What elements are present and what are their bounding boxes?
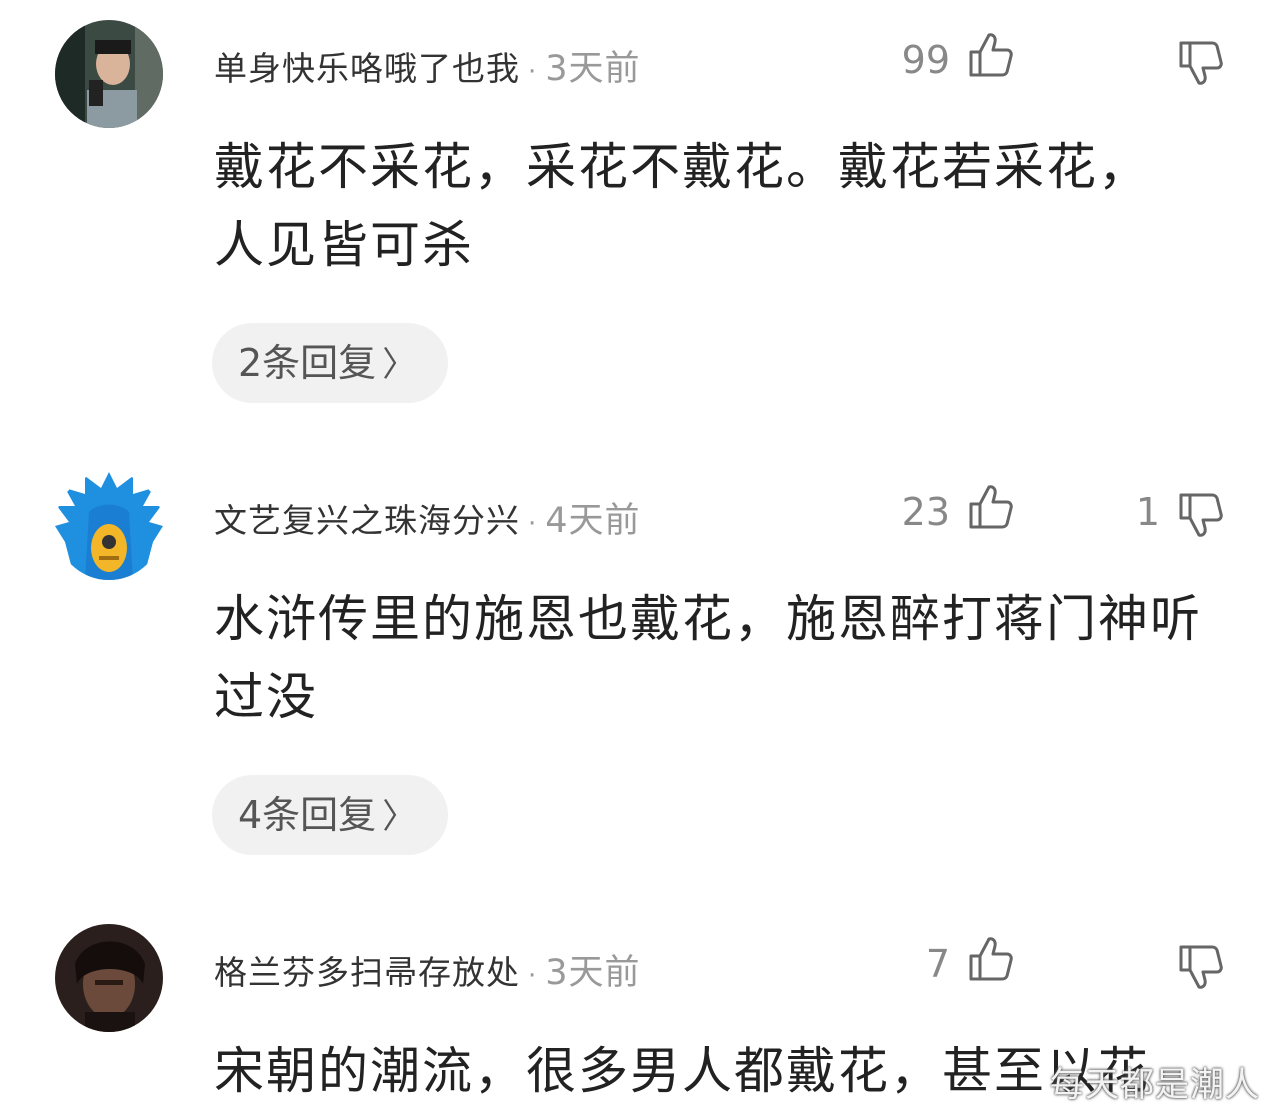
view-replies-button[interactable]: 2条回复〉 [212,323,449,403]
comment-username[interactable]: 格兰芬多扫帚存放处 · 3天前 [214,944,641,995]
username-text[interactable]: 单身快乐咯哦了也我 [214,49,520,88]
chevron-right-icon: 〉 [382,797,417,837]
separator-dot: · [528,509,538,539]
avatar-anime-blue-hair [55,472,163,580]
comment-text: 戴花不采花，采花不戴花。戴花若采花，人见皆可杀 [214,138,1150,274]
thumbs-down-icon[interactable] [1175,38,1225,88]
separator-dot: · [528,961,538,991]
watermark: 每天都是潮人 [1050,1065,1260,1105]
replies-label: 2条回复 [238,341,377,385]
username-text[interactable]: 格兰芬多扫帚存放处 [214,953,520,992]
comment-item: 文艺复兴之珠海分兴 · 4天前 23 1 水浒传里的施恩也戴花，施恩醉打蒋门神听过没… [0,452,1278,892]
user-avatar[interactable] [55,472,163,580]
dislike-count: 1 [1135,490,1160,534]
comment-item: 单身快乐咯哦了也我 · 3天前 99 戴花不采花，采花不戴花。戴花若采花，人见皆可杀… [0,0,1278,440]
user-avatar[interactable] [55,20,163,128]
replies-label: 4条回复 [238,793,377,837]
thumbs-up-icon[interactable] [965,934,1015,984]
thumbs-up-icon[interactable] [965,30,1015,80]
like-count: 23 [901,490,950,534]
thumbs-down-icon[interactable] [1175,942,1225,992]
view-replies-button[interactable]: 4条回复〉 [212,775,449,855]
comment-time: 3天前 [545,49,641,89]
thumbs-up-icon[interactable] [965,482,1015,532]
thumbs-down-icon[interactable] [1175,490,1225,540]
user-avatar[interactable] [55,924,163,1032]
comment-time: 4天前 [545,501,641,541]
comment-username[interactable]: 单身快乐咯哦了也我 · 3天前 [214,40,641,91]
avatar-dark-portrait [55,924,163,1032]
comment-time: 3天前 [545,953,641,993]
comment-username[interactable]: 文艺复兴之珠海分兴 · 4天前 [214,492,641,543]
chevron-right-icon: 〉 [382,345,417,385]
separator-dot: · [528,57,538,87]
like-count: 7 [925,942,950,986]
avatar-photo-man-selfie [55,20,163,128]
like-count: 99 [901,38,950,82]
username-text[interactable]: 文艺复兴之珠海分兴 [214,501,520,540]
comment-text: 水浒传里的施恩也戴花，施恩醉打蒋门神听过没 [214,590,1202,726]
